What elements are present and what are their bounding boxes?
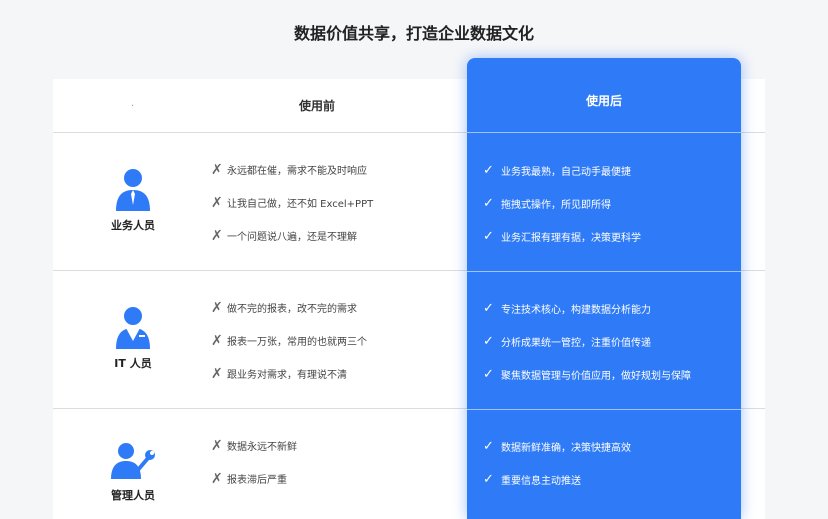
before-list: ✗ 永远都在催，需求不能及时响应 ✗ 让我自己做，还不如 Excel+PPT ✗ 一个… [211, 153, 373, 252]
check-icon: ✓ [483, 196, 494, 211]
after-text: 业务我最熟，自己动手最便捷 [501, 167, 631, 178]
check-icon: ✓ [483, 439, 494, 454]
cross-icon: ✗ [211, 161, 223, 178]
check-icon: ✓ [483, 163, 494, 178]
after-item: ✓ 聚焦数据管理与价值应用，做好规划与保障 [483, 358, 691, 391]
header-before: 使用前 [299, 99, 336, 113]
role-label: 业务人员 [111, 219, 155, 232]
after-item: ✓ 拖拽式操作，所见即所得 [483, 187, 641, 220]
after-separator [467, 271, 741, 272]
before-item: ✗ 一个问题说八遍，还是不理解 [211, 219, 373, 252]
before-text: 做不完的报表，改不完的需求 [227, 304, 357, 315]
before-item: ✗ 让我自己做，还不如 Excel+PPT [211, 186, 373, 219]
after-text: 数据新鲜准确，决策快捷高效 [501, 443, 631, 454]
after-list: ✓ 业务我最熟，自己动手最便捷 ✓ 拖拽式操作，所见即所得 ✓ 业务汇报有理有据，决策… [483, 154, 641, 253]
after-item: ✓ 业务我最熟，自己动手最便捷 [483, 154, 641, 187]
after-item: ✓ 业务汇报有理有据，决策更科学 [483, 220, 641, 253]
cross-icon: ✗ [211, 332, 223, 349]
cross-icon: ✗ [211, 365, 223, 382]
check-icon: ✓ [483, 301, 494, 316]
cross-icon: ✗ [211, 227, 223, 244]
role-label: 管理人员 [111, 489, 155, 502]
page-title: 数据价值共享，打造企业数据文化 [293, 24, 534, 43]
cross-icon: ✗ [211, 437, 223, 454]
after-item: ✓ 重要信息主动推送 [483, 463, 631, 496]
after-item: ✓ 分析成果统一管控，注重价值传递 [483, 325, 691, 358]
after-list: ✓ 数据新鲜准确，决策快捷高效 ✓ 重要信息主动推送 [483, 430, 631, 496]
before-text: 让我自己做，还不如 Excel+PPT [227, 199, 374, 210]
after-header: 使用后 [467, 58, 741, 133]
after-text: 专注技术核心，构建数据分析能力 [501, 305, 651, 316]
before-item: ✗ 做不完的报表，改不完的需求 [211, 291, 367, 324]
before-item: ✗ 跟业务对需求，有理说不清 [211, 357, 367, 390]
after-list: ✓ 专注技术核心，构建数据分析能力 ✓ 分析成果统一管控，注重价值传递 ✓ 聚焦数据管… [483, 292, 691, 391]
check-icon: ✓ [483, 472, 494, 487]
role-label: IT 人员 [114, 357, 152, 370]
role-it: IT 人员 [93, 305, 173, 371]
role-business: 业务人员 [93, 167, 173, 233]
after-text: 聚焦数据管理与价值应用，做好规划与保障 [501, 371, 691, 382]
before-item: ✗ 数据永远不新鲜 [211, 429, 297, 462]
cross-icon: ✗ [211, 470, 223, 487]
before-text: 一个问题说八遍，还是不理解 [227, 232, 357, 243]
before-item: ✗ 报表滞后严重 [211, 462, 297, 495]
before-text: 报表滞后严重 [227, 475, 287, 486]
check-icon: ✓ [483, 229, 494, 244]
header-after: 使用后 [585, 94, 622, 108]
role-manager: 管理人员 [93, 441, 173, 503]
it-person-icon [116, 307, 150, 349]
after-text: 拖拽式操作，所见即所得 [501, 200, 611, 211]
after-panel: 使用后 ✓ 业务我最熟，自己动手最便捷 ✓ 拖拽式操作，所见即所得 ✓ 业务汇报有理有… [467, 58, 741, 519]
cross-icon: ✗ [211, 194, 223, 211]
before-list: ✗ 做不完的报表，改不完的需求 ✗ 报表一万张，常用的也就两三个 ✗ 跟业务对需求，有… [211, 291, 367, 390]
after-text: 分析成果统一管控，注重价值传递 [501, 338, 651, 349]
after-text: 重要信息主动推送 [501, 476, 581, 487]
before-list: ✗ 数据永远不新鲜 ✗ 报表滞后严重 [211, 429, 297, 495]
after-text: 业务汇报有理有据，决策更科学 [501, 233, 641, 244]
before-item: ✗ 永远都在催，需求不能及时响应 [211, 153, 373, 186]
after-item: ✓ 数据新鲜准确，决策快捷高效 [483, 430, 631, 463]
after-separator [467, 409, 741, 410]
manager-wrench-icon [111, 443, 155, 479]
check-icon: ✓ [483, 367, 494, 382]
before-item: ✗ 报表一万张，常用的也就两三个 [211, 324, 367, 357]
before-text: 永远都在催，需求不能及时响应 [227, 166, 367, 177]
business-person-icon [116, 169, 150, 211]
cross-icon: ✗ [211, 299, 223, 316]
header-dot: · [131, 101, 135, 112]
before-text: 跟业务对需求，有理说不清 [227, 370, 347, 381]
before-text: 报表一万张，常用的也就两三个 [227, 337, 367, 348]
after-item: ✓ 专注技术核心，构建数据分析能力 [483, 292, 691, 325]
check-icon: ✓ [483, 334, 494, 349]
before-text: 数据永远不新鲜 [227, 442, 297, 453]
